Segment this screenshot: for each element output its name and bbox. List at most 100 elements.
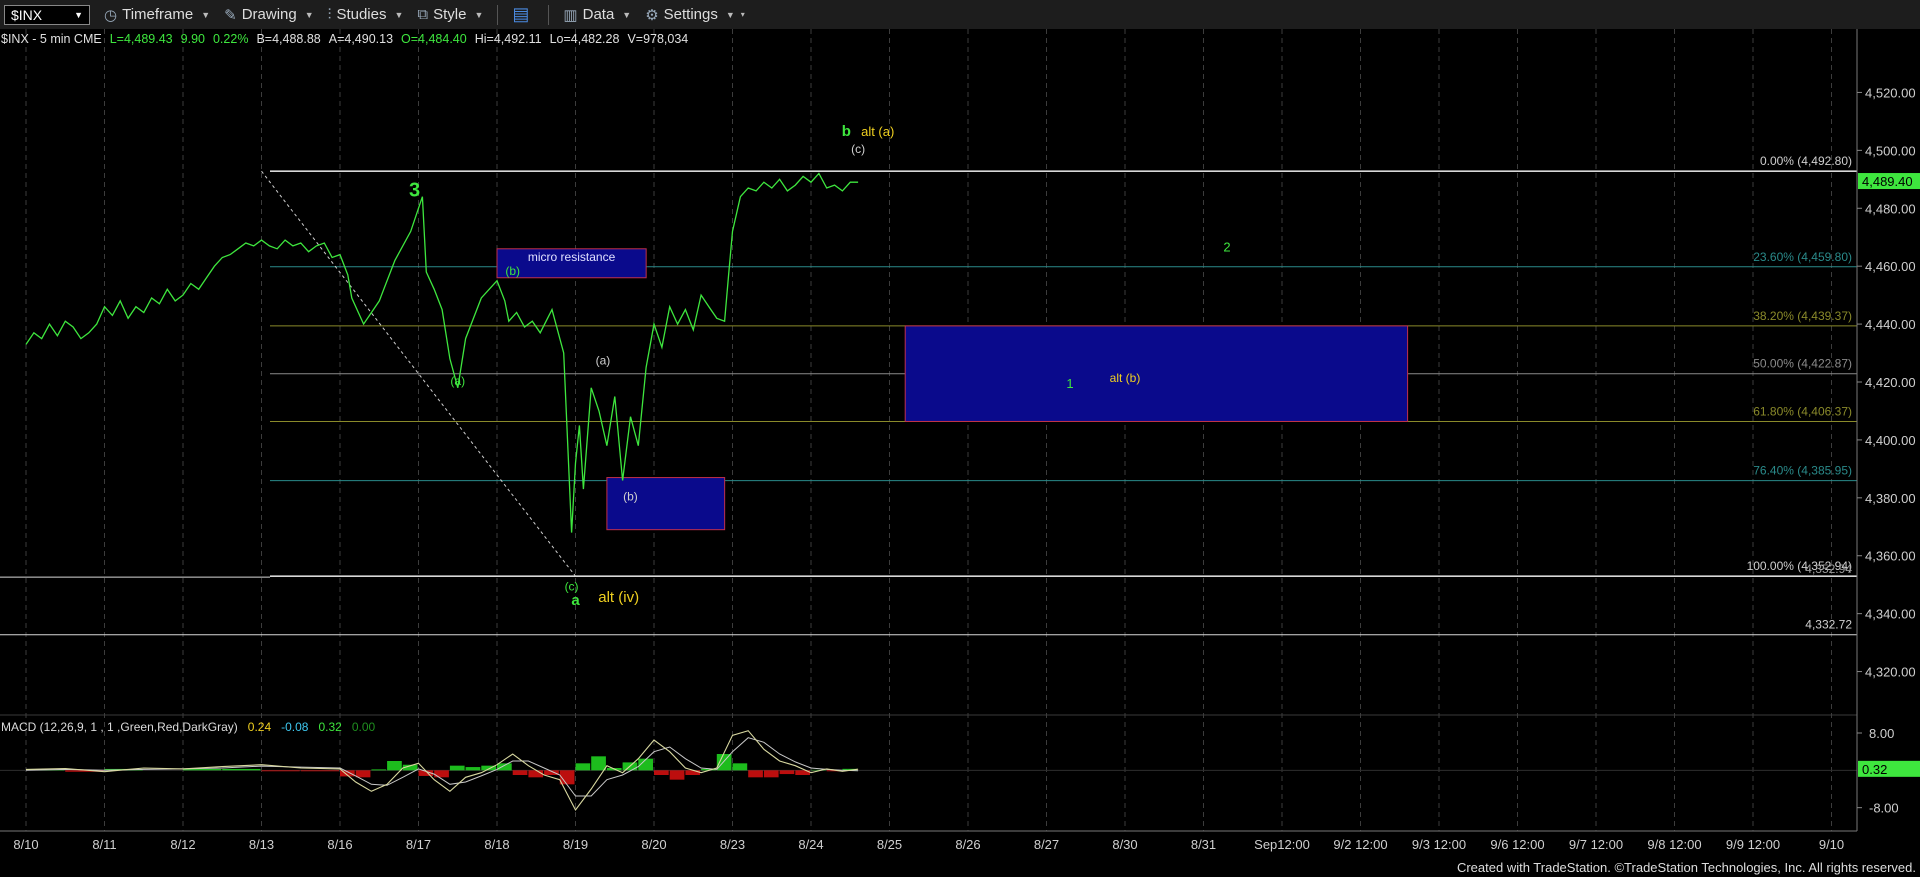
toolbar: $INX ▼ ◷ Timeframe ▼ ✎ Drawing ▼ ⫶ Studi… [0, 0, 1920, 30]
x-tick-label: 8/11 [92, 837, 116, 852]
x-tick-label: 8/25 [877, 837, 902, 852]
fib-level-label: 38.20% (4,439.37) [1753, 309, 1852, 323]
chart-background [0, 29, 1920, 864]
price-chart[interactable]: 0.00% (4,492.80) 23.60% (4,459.80) 38.20% … [0, 29, 1920, 864]
x-tick-label: 8/24 [798, 837, 823, 852]
chevron-down-icon: ▼ [304, 9, 314, 20]
x-tick-label: 8/12 [170, 837, 195, 852]
chevron-down-icon: ▼ [474, 9, 484, 20]
macd-histogram-bar [465, 767, 481, 771]
x-tick-label: Sep12:00 [1254, 837, 1310, 852]
layout-button[interactable]: ▤ [512, 4, 534, 25]
macd-legend-value: -0.08 [281, 720, 309, 734]
footer-credit: Created with TradeStation. ©TradeStation… [1456, 860, 1916, 875]
macd-histogram-bar [654, 770, 669, 775]
symbol-value: $INX [11, 6, 43, 23]
macd-histogram-bar [371, 769, 387, 771]
y-tick-label: 4,440.00 [1865, 317, 1916, 332]
wave-label: (c) [851, 142, 865, 156]
gear-icon: ⚙ [645, 6, 659, 24]
y-tick-label: 4,460.00 [1865, 259, 1916, 274]
wave-label: 3 [409, 180, 420, 202]
macd-y-tick-label: 8.00 [1869, 726, 1894, 741]
y-tick-label: 4,500.00 [1865, 143, 1916, 158]
macd-legend-value: 0.24 [248, 720, 272, 734]
macd-y-tick-label: -8.00 [1869, 801, 1899, 816]
macd-histogram-bar [434, 770, 449, 778]
chevron-down-icon: ▼ [622, 9, 632, 20]
wave-label: b [842, 123, 851, 140]
x-tick-label: 8/19 [563, 837, 588, 852]
drawing-menu[interactable]: ✎ Drawing ▼ [224, 6, 314, 24]
macd-histogram-bar [779, 770, 795, 775]
y-tick-label: 4,380.00 [1865, 491, 1916, 506]
x-tick-label: 8/30 [1112, 837, 1137, 852]
y-tick-label: 4,360.00 [1865, 549, 1916, 564]
x-tick-label: 9/3 12:00 [1412, 837, 1466, 852]
wave-label: (b) [505, 264, 520, 278]
symbol-selector[interactable]: $INX ▼ [4, 4, 90, 25]
quote-field: B=4,488.88 [256, 32, 320, 46]
wave-label: alt (iv) [598, 589, 639, 606]
quote-field: L=4,489.43 [110, 32, 173, 46]
style-icon: ⧉ [417, 6, 429, 23]
data-label: Data [582, 6, 615, 23]
studies-menu[interactable]: ⫶ Studies ▼ [328, 6, 404, 23]
layout-icon: ▤ [512, 4, 530, 24]
micro-resistance-box-label: micro resistance [528, 250, 616, 264]
macd-legend-value: 0.00 [352, 720, 376, 734]
wave-label: 2 [1223, 240, 1230, 255]
wave-label: alt (b) [1110, 371, 1141, 385]
x-tick-label: 8/20 [641, 837, 666, 852]
y-tick-label: 4,420.00 [1865, 375, 1916, 390]
macd-histogram-bar [497, 763, 512, 771]
grid-lines [0, 29, 1920, 864]
macd-legend-title: MACD (12,26,9, 1 , 1 ,Green,Red,DarkGray… [1, 720, 238, 734]
macd-histogram-bar [575, 763, 591, 771]
chevron-down-icon: ▼ [394, 9, 404, 20]
wave-label: (b) [623, 490, 638, 504]
x-tick-label: 8/27 [1034, 837, 1059, 852]
wave-label: (a) [596, 354, 611, 368]
chevron-down-icon: ▼ [725, 9, 735, 20]
toolbar-divider [548, 4, 550, 25]
timeframe-menu[interactable]: ◷ Timeframe ▼ [104, 6, 210, 24]
quote-field: $INX - 5 min CME [1, 32, 102, 46]
clock-icon: ◷ [104, 6, 118, 24]
settings-menu[interactable]: ⚙ Settings ▼ ▾ [645, 6, 745, 24]
x-tick-label: 8/13 [249, 837, 274, 852]
quote-field: V=978,034 [627, 32, 688, 46]
y-tick-label: 4,520.00 [1865, 85, 1916, 100]
x-tick-label: 8/10 [13, 837, 38, 852]
macd-histogram-bar [449, 765, 465, 771]
macd-histogram-bar [763, 770, 779, 778]
y-tick-label: 4,340.00 [1865, 607, 1916, 622]
wave-label: (a) [450, 374, 465, 388]
macd-histogram-bar [222, 768, 261, 771]
style-menu[interactable]: ⧉ Style ▼ [417, 6, 483, 23]
macd-histogram-bar [355, 770, 371, 778]
data-menu[interactable]: ▥ Data ▼ [563, 6, 631, 24]
macd-histogram-bar [528, 770, 544, 778]
fib-level-label: 50.00% (4,422.87) [1753, 357, 1852, 371]
studies-icon: ⫶ [327, 6, 332, 23]
x-tick-label: 9/8 12:00 [1647, 837, 1701, 852]
macd-legend: MACD (12,26,9, 1 , 1 ,Green,Red,DarkGray… [1, 720, 376, 734]
x-tick-label: 9/10 [1819, 837, 1844, 852]
y-tick-label: 4,320.00 [1865, 665, 1916, 680]
fib-level-label: 0.00% (4,492.80) [1760, 154, 1852, 168]
x-tick-label: 8/16 [327, 837, 352, 852]
macd-histogram-bar [748, 770, 763, 778]
quote-field: A=4,490.13 [329, 32, 393, 46]
x-tick-label: 8/18 [484, 837, 509, 852]
fib-level-label: 61.80% (4,406.37) [1753, 404, 1852, 418]
overflow-menu-icon[interactable]: ▾ [741, 10, 745, 19]
macd-histogram-bar [512, 770, 528, 775]
wave-label: a [571, 592, 580, 609]
x-tick-label: 9/9 12:00 [1726, 837, 1780, 852]
quote-field: 0.22% [213, 32, 248, 46]
macd-histogram-bar [591, 756, 606, 771]
x-tick-label: 8/23 [720, 837, 745, 852]
chevron-down-icon: ▼ [201, 9, 211, 20]
x-tick-label: 9/6 12:00 [1490, 837, 1544, 852]
